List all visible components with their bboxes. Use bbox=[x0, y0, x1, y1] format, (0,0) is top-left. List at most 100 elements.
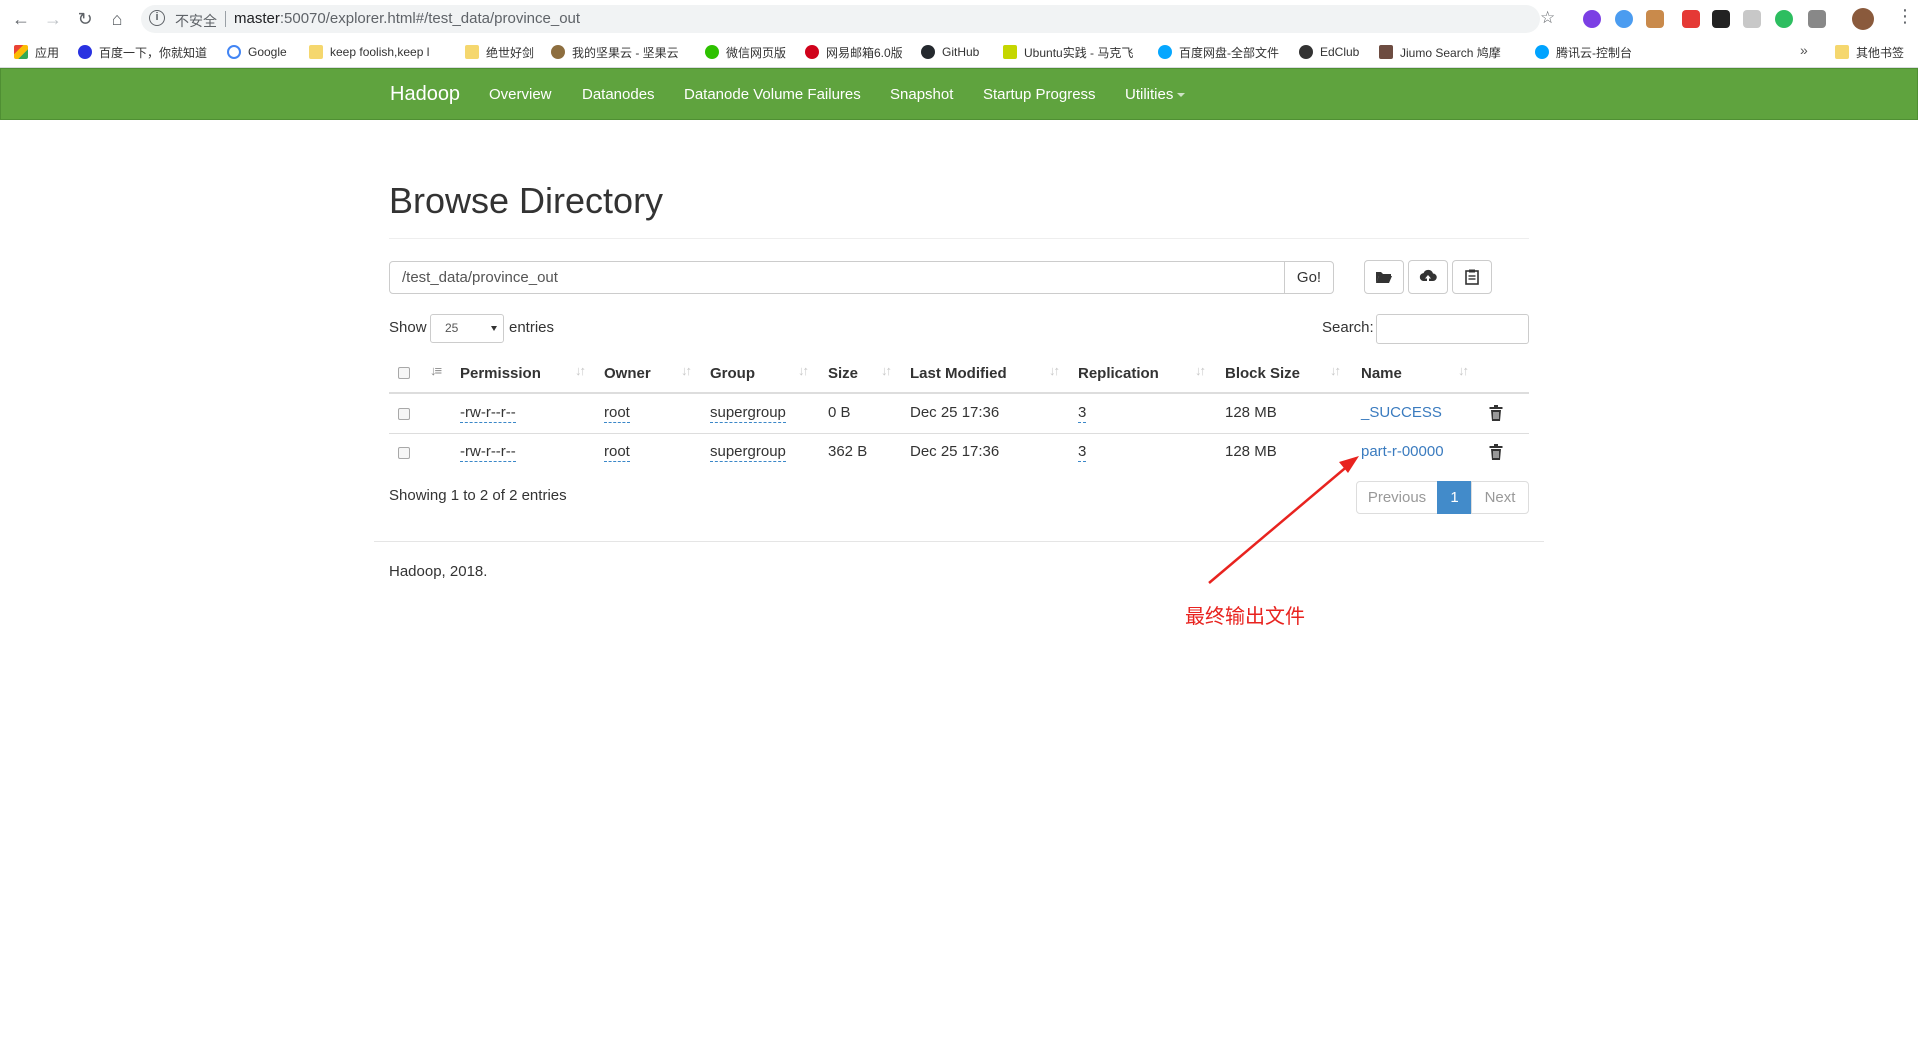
menu-kebab-icon[interactable]: ⋮ bbox=[1896, 6, 1914, 27]
search-label: Search: bbox=[1322, 319, 1374, 336]
extension-dark-icon[interactable] bbox=[1712, 10, 1730, 28]
bookmark-apps[interactable]: 应用 bbox=[14, 42, 59, 62]
back-arrow-icon[interactable]: ← bbox=[9, 7, 33, 31]
column-header-name[interactable]: Name bbox=[1361, 365, 1402, 382]
column-header-replication[interactable]: Replication bbox=[1078, 365, 1159, 382]
nav-datanodes[interactable]: Datanodes bbox=[582, 86, 655, 103]
bookmark-netease-mail[interactable]: 网易邮箱6.0版 bbox=[805, 42, 903, 62]
sort-icon[interactable]: ↓↑ bbox=[575, 363, 586, 378]
profile-avatar[interactable] bbox=[1852, 8, 1874, 30]
extension-chart-icon[interactable] bbox=[1808, 10, 1826, 28]
cell-owner[interactable]: root bbox=[604, 443, 630, 462]
column-header-last-modified[interactable]: Last Modified bbox=[910, 365, 1007, 382]
bookmark-star-icon[interactable]: ☆ bbox=[1540, 8, 1555, 28]
edclub-icon bbox=[1299, 45, 1313, 59]
cut-paste-button[interactable] bbox=[1452, 260, 1492, 294]
clipboard-icon bbox=[1465, 269, 1479, 285]
bookmark-keep-foolish[interactable]: keep foolish,keep l bbox=[309, 42, 429, 62]
forward-arrow-icon[interactable]: → bbox=[41, 7, 65, 31]
column-header-permission[interactable]: Permission bbox=[460, 365, 541, 382]
go-button[interactable]: Go! bbox=[1284, 261, 1334, 294]
omnibox-divider bbox=[225, 11, 226, 27]
cell-last-modified: Dec 25 17:36 bbox=[910, 443, 1000, 460]
directory-path-input[interactable]: /test_data/province_out bbox=[389, 261, 1285, 294]
trash-icon[interactable] bbox=[1489, 405, 1503, 421]
cell-replication[interactable]: 3 bbox=[1078, 443, 1087, 462]
mail-icon[interactable] bbox=[1743, 10, 1761, 28]
evernote-icon[interactable] bbox=[1775, 10, 1793, 28]
pagination-next[interactable]: Next bbox=[1471, 481, 1529, 514]
trash-icon[interactable] bbox=[1489, 444, 1503, 460]
select-all-checkbox[interactable] bbox=[398, 367, 410, 379]
cell-group[interactable]: supergroup bbox=[710, 443, 786, 462]
cloud-upload-icon bbox=[1419, 269, 1437, 283]
bookmark-label: 网易邮箱6.0版 bbox=[826, 45, 903, 60]
table-header-divider bbox=[389, 392, 1529, 394]
column-header-size[interactable]: Size bbox=[828, 365, 858, 382]
bookmark-label: 我的坚果云 - 坚果云 bbox=[572, 45, 679, 60]
reload-icon[interactable]: ↻ bbox=[73, 7, 97, 31]
page-size-select[interactable]: 25 bbox=[430, 314, 504, 343]
bookmark-wechat[interactable]: 微信网页版 bbox=[705, 42, 786, 62]
folder-icon bbox=[1835, 45, 1849, 59]
file-link-success[interactable]: _SUCCESS bbox=[1361, 404, 1442, 421]
bookmark-tencent-cloud[interactable]: 腾讯云-控制台 bbox=[1535, 42, 1632, 62]
nav-utilities[interactable]: Utilities bbox=[1125, 86, 1186, 103]
sort-desc-icon[interactable]: ↓≡ bbox=[430, 363, 442, 378]
extension-box-icon[interactable] bbox=[1646, 10, 1664, 28]
bookmark-label: 百度一下，你就知道 bbox=[99, 45, 208, 60]
nav-volume-failures[interactable]: Datanode Volume Failures bbox=[684, 86, 861, 103]
nav-snapshot[interactable]: Snapshot bbox=[890, 86, 953, 103]
nav-startup-progress[interactable]: Startup Progress bbox=[983, 86, 1096, 103]
file-link-part-r-00000[interactable]: part-r-00000 bbox=[1361, 443, 1444, 460]
bookmark-label: 微信网页版 bbox=[726, 45, 787, 60]
google-g-icon bbox=[227, 45, 241, 59]
cell-block-size: 128 MB bbox=[1225, 443, 1277, 460]
bookmark-jianguoyun[interactable]: 我的坚果云 - 坚果云 bbox=[551, 42, 679, 62]
extension-badge-icon[interactable] bbox=[1682, 10, 1700, 28]
create-directory-button[interactable] bbox=[1364, 260, 1404, 294]
row-checkbox[interactable] bbox=[398, 408, 410, 420]
bookmark-jueshi[interactable]: 绝世好剑 bbox=[465, 42, 534, 62]
apps-grid-icon bbox=[14, 45, 28, 59]
bookmark-jiumo[interactable]: Jiumo Search 鸠摩 bbox=[1379, 42, 1501, 62]
sort-icon[interactable]: ↓↑ bbox=[681, 363, 692, 378]
sort-icon[interactable]: ↓↑ bbox=[881, 363, 892, 378]
nav-overview[interactable]: Overview bbox=[489, 86, 552, 103]
pagination-previous[interactable]: Previous bbox=[1356, 481, 1438, 514]
column-header-owner[interactable]: Owner bbox=[604, 365, 651, 382]
address-bar[interactable]: i 不安全 master:50070/explorer.html#/test_d… bbox=[141, 5, 1540, 33]
upload-files-button[interactable] bbox=[1408, 260, 1448, 294]
url-text[interactable]: master:50070/explorer.html#/test_data/pr… bbox=[234, 10, 580, 27]
sort-icon[interactable]: ↓↑ bbox=[1330, 363, 1341, 378]
pagination-page-1[interactable]: 1 bbox=[1437, 481, 1472, 514]
bookmark-ubuntu-maxiang[interactable]: Ubuntu实践 - 马克飞 bbox=[1003, 42, 1133, 62]
search-input[interactable] bbox=[1376, 314, 1529, 344]
navbar-brand[interactable]: Hadoop bbox=[390, 83, 460, 106]
bookmark-other[interactable]: 其他书签 bbox=[1835, 42, 1904, 62]
extension-purple-icon[interactable] bbox=[1583, 10, 1601, 28]
bookmark-github[interactable]: GitHub bbox=[921, 42, 979, 62]
row-checkbox[interactable] bbox=[398, 447, 410, 459]
bookmark-label: 绝世好剑 bbox=[486, 45, 535, 60]
bookmarks-overflow-chevron-icon[interactable]: » bbox=[1800, 42, 1808, 58]
bookmark-baidu[interactable]: 百度一下，你就知道 bbox=[78, 42, 207, 62]
bookmark-baidu-pan[interactable]: 百度网盘-全部文件 bbox=[1158, 42, 1279, 62]
column-header-block-size[interactable]: Block Size bbox=[1225, 365, 1300, 382]
sort-icon[interactable]: ↓↑ bbox=[798, 363, 809, 378]
home-icon[interactable]: ⌂ bbox=[105, 7, 129, 31]
info-icon[interactable]: i bbox=[149, 10, 165, 26]
extension-blue-icon[interactable] bbox=[1615, 10, 1633, 28]
cell-permission[interactable]: -rw-r--r-- bbox=[460, 404, 516, 423]
bookmark-edclub[interactable]: EdClub bbox=[1299, 42, 1359, 62]
bookmark-google[interactable]: Google bbox=[227, 42, 287, 62]
sort-icon[interactable]: ↓↑ bbox=[1458, 363, 1469, 378]
cell-owner[interactable]: root bbox=[604, 404, 630, 423]
cell-replication[interactable]: 3 bbox=[1078, 404, 1087, 423]
sort-icon[interactable]: ↓↑ bbox=[1195, 363, 1206, 378]
bookmarks-bar: 应用 百度一下，你就知道 Google keep foolish,keep l … bbox=[0, 40, 1918, 64]
cell-group[interactable]: supergroup bbox=[710, 404, 786, 423]
column-header-group[interactable]: Group bbox=[710, 365, 755, 382]
sort-icon[interactable]: ↓↑ bbox=[1049, 363, 1060, 378]
cell-permission[interactable]: -rw-r--r-- bbox=[460, 443, 516, 462]
